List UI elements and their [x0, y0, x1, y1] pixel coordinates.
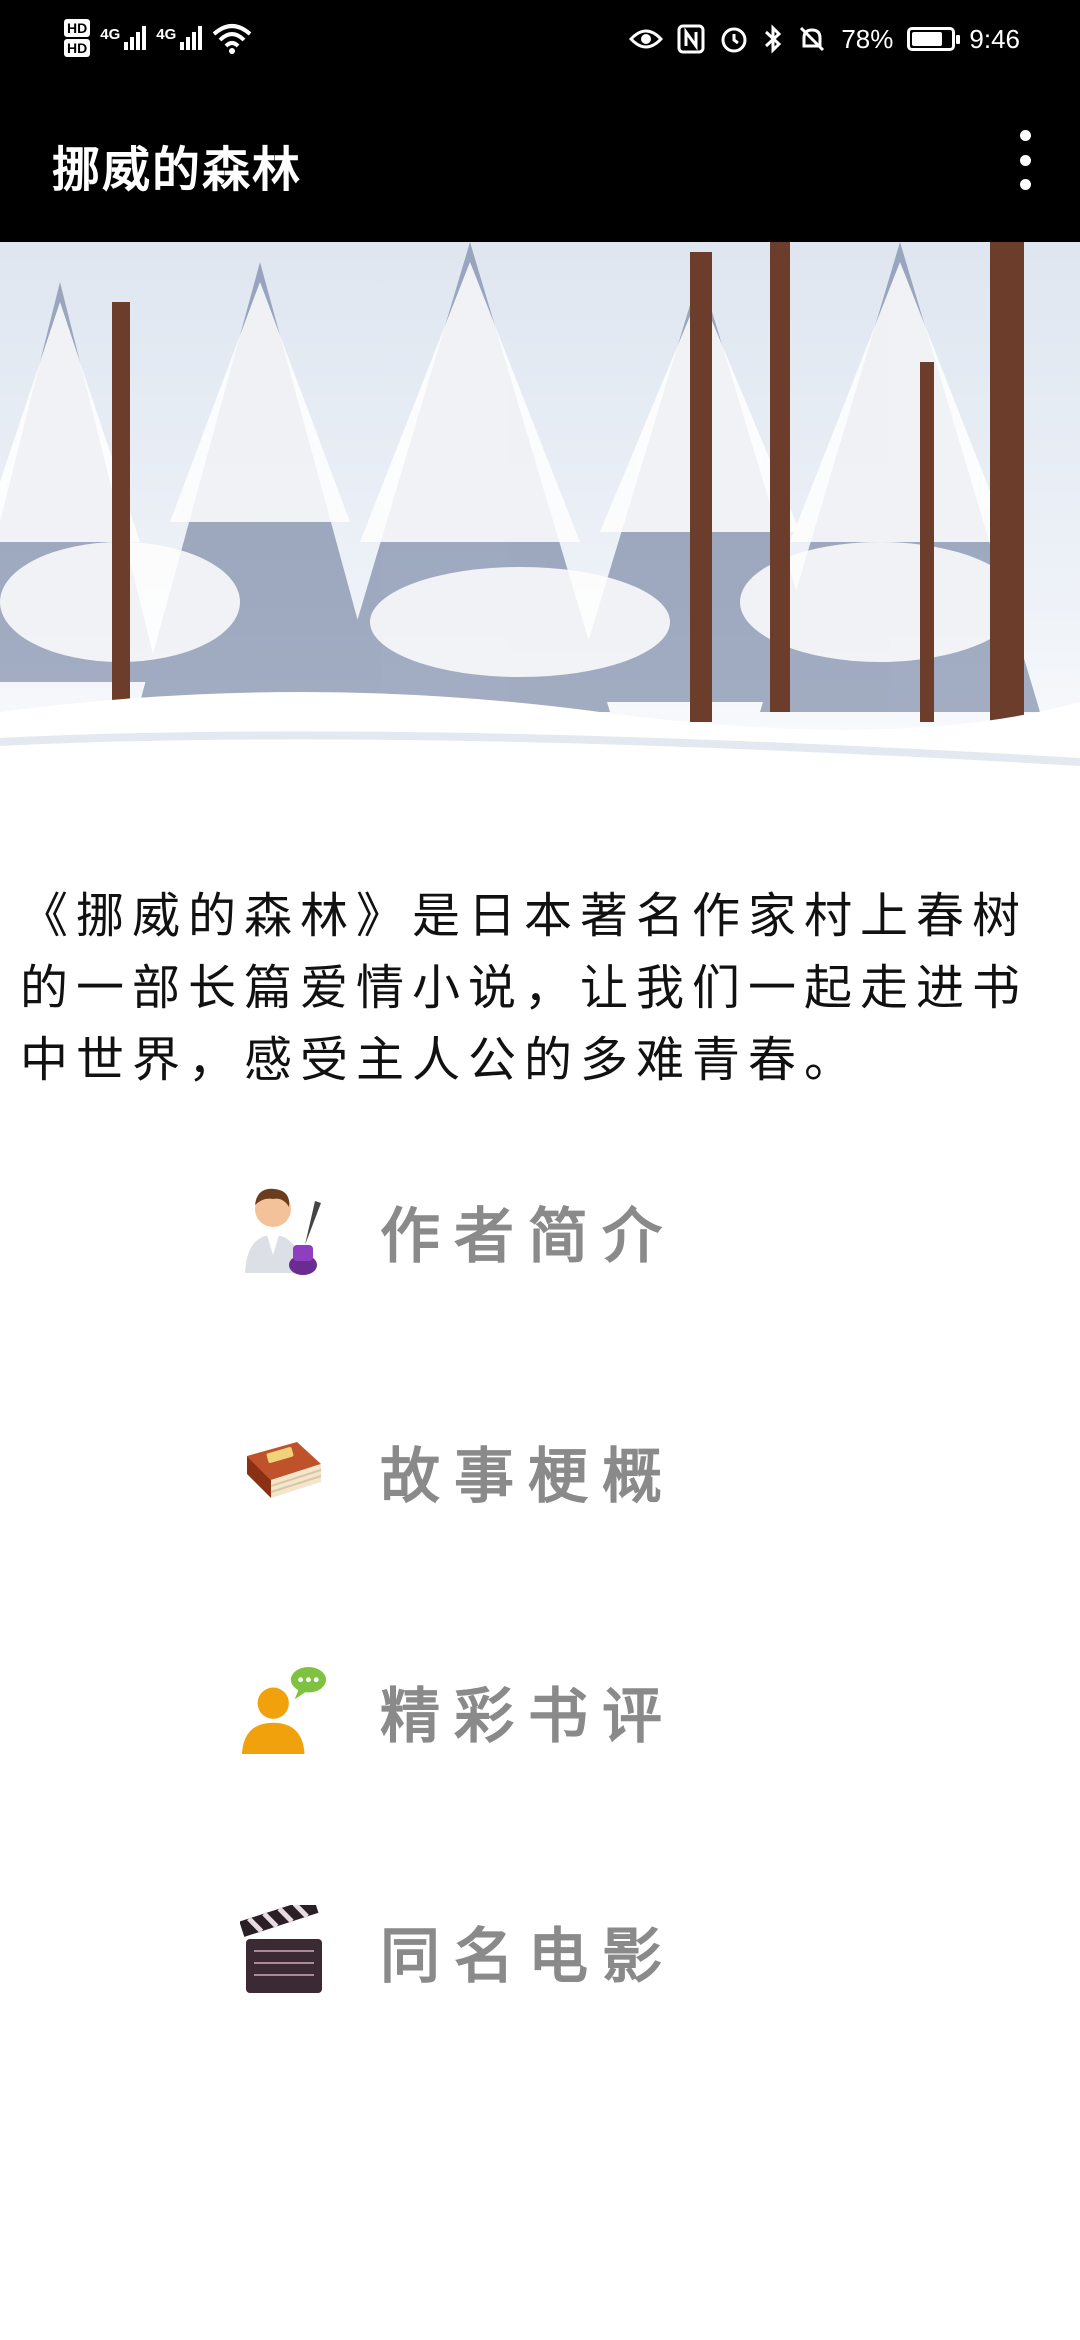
menu-item-author[interactable]: 作者简介 [238, 1166, 758, 1296]
signal-icon-2: 4G [156, 26, 203, 50]
menu-item-movie[interactable]: 同名电影 [238, 1886, 758, 2016]
more-vert-icon[interactable] [1010, 130, 1040, 190]
battery-icon [907, 27, 961, 51]
intro-text: 《挪威的森林》是日本著名作家村上春树的一部长篇爱情小说，让我们一起走进书中世界，… [20, 888, 1029, 1088]
battery-percent: 78% [841, 23, 894, 54]
status-left: HD HD 4G 4G [64, 8, 252, 68]
nfc-icon [677, 24, 705, 54]
status-right: 78% 9:46 [629, 0, 1020, 78]
app-bar: 挪威的森林 [0, 78, 1080, 242]
wifi-icon [212, 24, 252, 54]
signal-icon-1: 4G [100, 26, 147, 50]
status-bar: HD HD 4G 4G 78% 9:46 [0, 0, 1080, 78]
comment-user-icon [238, 1661, 328, 1761]
alarm-icon [721, 27, 747, 53]
mute-bell-icon [800, 26, 825, 52]
menu-label-story: 故事梗概 [380, 1441, 676, 1512]
menu-label-movie: 同名电影 [380, 1921, 676, 1992]
clapperboard-icon [238, 1901, 328, 2001]
hd-badge-1: HD [64, 19, 91, 37]
snowy-forest-image [0, 242, 1080, 842]
menu-label-author: 作者简介 [380, 1201, 676, 1272]
menu-label-comment: 精彩书评 [380, 1681, 676, 1752]
menu-item-story[interactable]: 故事梗概 [238, 1406, 758, 1536]
bluetooth-icon [765, 24, 782, 54]
app-title: 挪威的森林 [52, 142, 303, 198]
clock: 9:46 [969, 23, 1020, 54]
eye-icon [629, 29, 664, 49]
story-book-icon [238, 1421, 328, 1521]
hd-badge-2: HD [64, 39, 91, 57]
author-icon [238, 1181, 328, 1281]
menu-item-comment[interactable]: 精彩书评 [238, 1646, 758, 1776]
